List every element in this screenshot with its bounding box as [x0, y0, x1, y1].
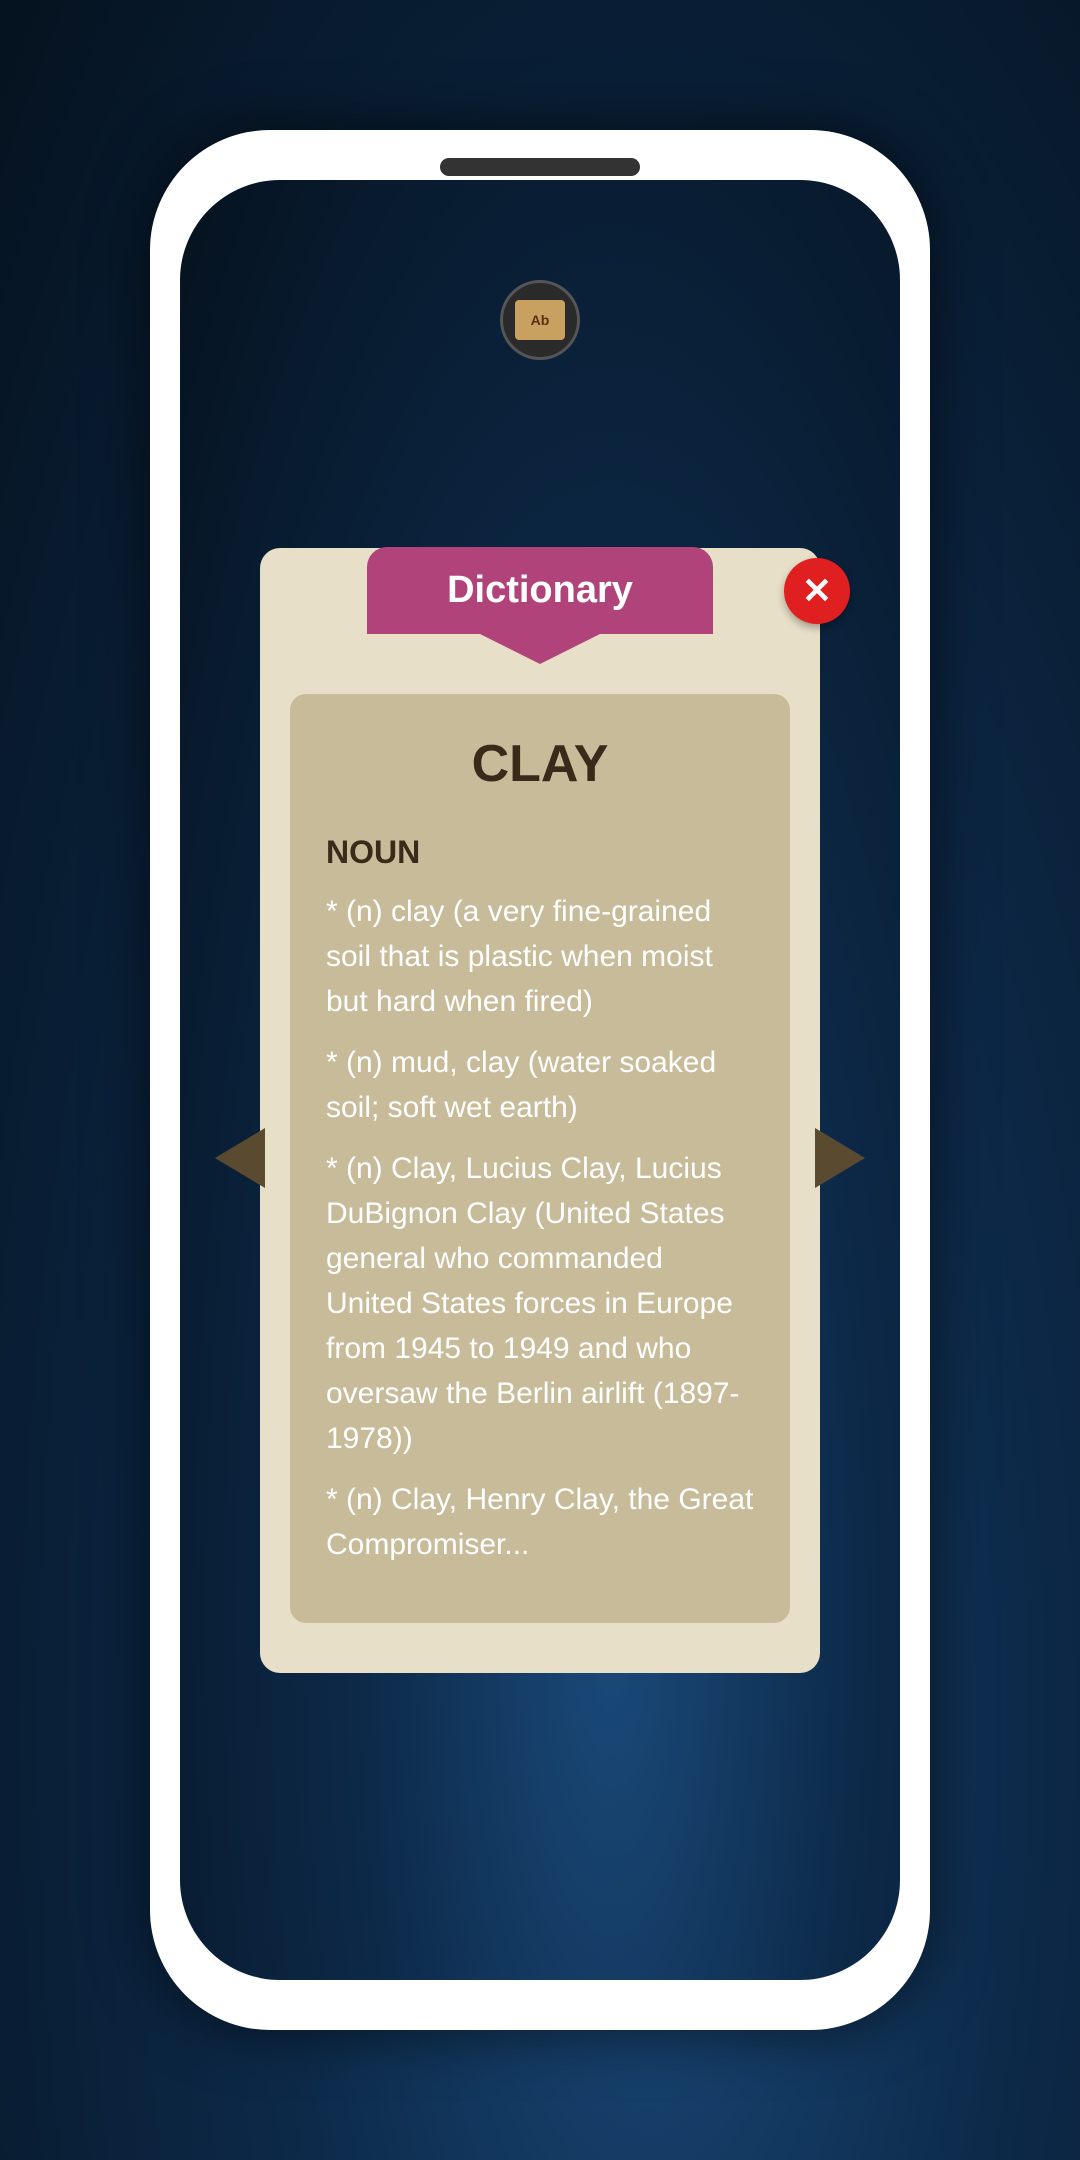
phone-screen: Dictionary ✕ CLAY NOUN * (n) clay (a ver… [180, 180, 900, 1980]
app-icon-inner [515, 300, 565, 340]
definition-1: * (n) clay (a very fine-grained soil tha… [326, 889, 754, 1024]
part-of-speech: NOUN [326, 834, 754, 871]
prev-button[interactable] [210, 1128, 270, 1188]
dialog-header: Dictionary ✕ [260, 548, 820, 634]
definition-card: CLAY NOUN * (n) clay (a very fine-graine… [290, 694, 790, 1623]
word-title: CLAY [326, 734, 754, 794]
definition-4: * (n) Clay, Henry Clay, the Great Compro… [326, 1477, 754, 1567]
close-button[interactable]: ✕ [784, 558, 850, 624]
phone-frame: Dictionary ✕ CLAY NOUN * (n) clay (a ver… [150, 130, 930, 2030]
dialog-title-tab: Dictionary [367, 547, 713, 634]
definition-2: * (n) mud, clay (water soaked soil; soft… [326, 1040, 754, 1130]
right-arrow-icon [815, 1128, 865, 1188]
left-arrow-icon [215, 1128, 265, 1188]
definition-3: * (n) Clay, Lucius Clay, Lucius DuBignon… [326, 1146, 754, 1461]
phone-notch [440, 158, 640, 176]
app-icon [500, 280, 580, 360]
dialog-title: Dictionary [447, 569, 633, 611]
card-wrapper: CLAY NOUN * (n) clay (a very fine-graine… [260, 694, 820, 1623]
dictionary-dialog: Dictionary ✕ CLAY NOUN * (n) clay (a ver… [260, 548, 820, 1673]
close-icon: ✕ [802, 573, 832, 609]
next-button[interactable] [810, 1128, 870, 1188]
